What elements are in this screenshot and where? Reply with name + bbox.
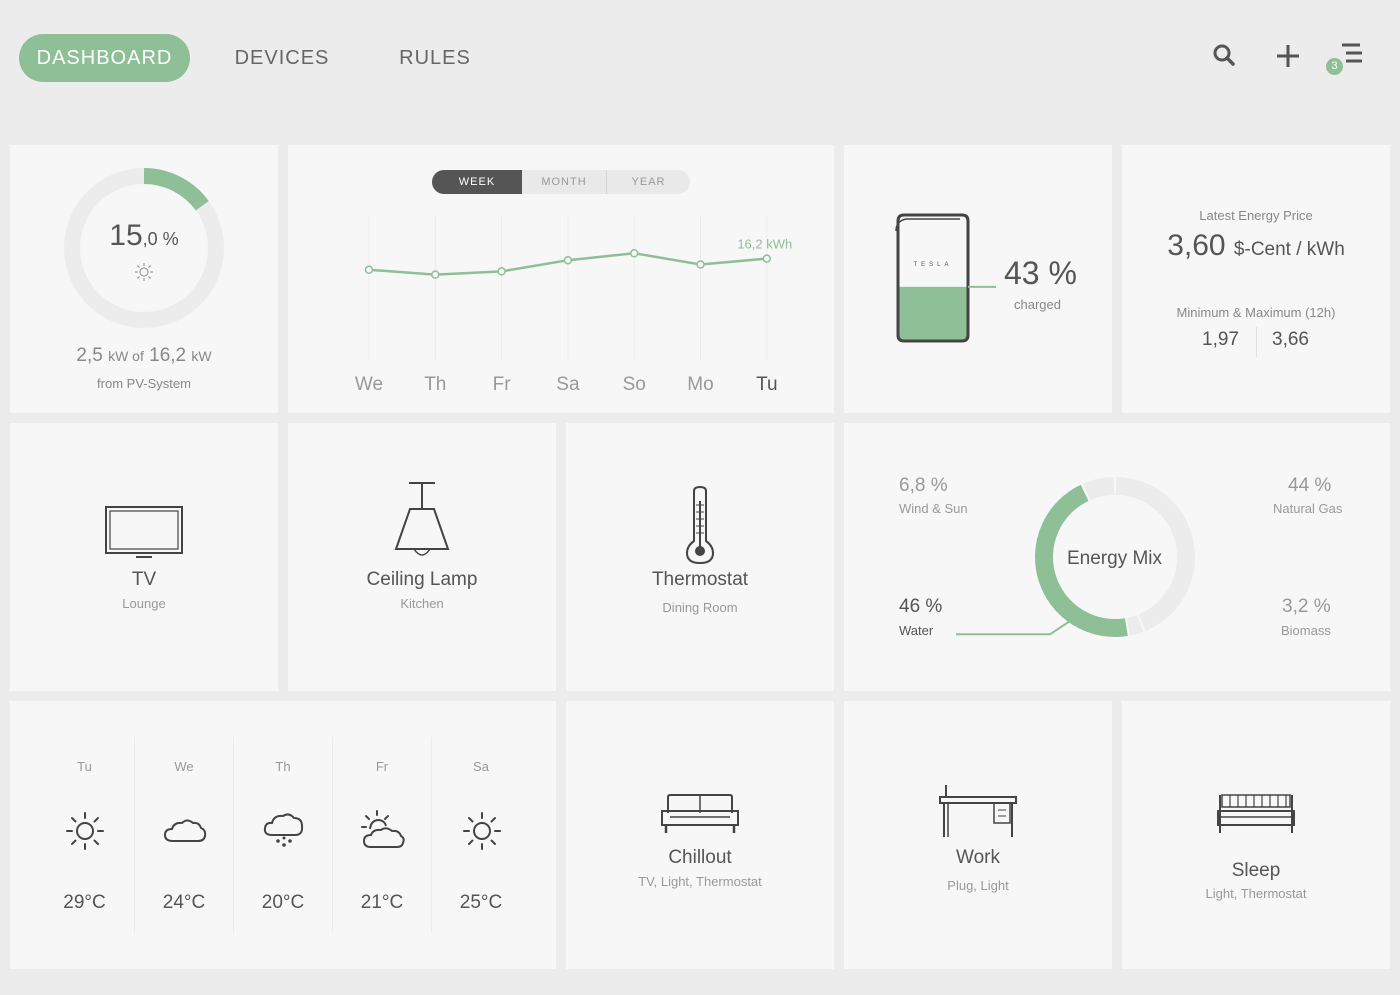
- weather-card: Tu 29°C We 24°C Th 20°C Fr 21°C Sa 25°C: [10, 701, 556, 969]
- chart-data-point[interactable]: [364, 265, 374, 275]
- mix-label-biomass: Biomass: [1281, 623, 1331, 638]
- mix-label-gas: Natural Gas: [1273, 501, 1343, 516]
- menu-icon[interactable]: 3: [1326, 38, 1370, 75]
- battery-label: charged: [1014, 297, 1061, 312]
- scene-name: Sleep: [1231, 860, 1281, 881]
- chart-x-tick-label: We: [355, 374, 383, 395]
- price-range-heading: Minimum & Maximum (12h): [1176, 305, 1336, 320]
- pv-kw-readout: 2,5 kW of 16,2 kW: [76, 345, 212, 366]
- price-min: 1,97: [1202, 329, 1239, 350]
- device-name: Thermostat: [651, 569, 749, 590]
- chart-x-tick-label: Mo: [687, 374, 713, 395]
- price-divider: [1256, 327, 1257, 357]
- chart-x-tick-label: So: [623, 374, 646, 395]
- mix-value-water: 46 %: [899, 596, 943, 617]
- scene-name: Work: [956, 847, 1000, 868]
- energy-price-card: Latest Energy Price 3,60 $-Cent / kWh Mi…: [1122, 145, 1390, 413]
- battery-brand: TESLA: [913, 262, 952, 268]
- thermometer-icon: [684, 485, 716, 570]
- pv-card: 15,0 % 2,5 kW of 16,2 kW from PV-System: [10, 145, 278, 413]
- rain-cloud-icon: [262, 809, 306, 853]
- weather-day-label: Th: [275, 759, 291, 774]
- battery-percent: 43 %: [1004, 255, 1077, 291]
- weather-day: Fr 21°C: [332, 737, 431, 933]
- cloud-icon: [163, 809, 207, 853]
- chart-x-tick-label: Tu: [756, 374, 777, 395]
- scene-devices: Light, Thermostat: [1205, 886, 1307, 901]
- plus-icon[interactable]: [1270, 38, 1306, 74]
- chart-data-point[interactable]: [629, 249, 639, 258]
- weather-day: Tu 29°C: [35, 737, 134, 933]
- sun-icon: [63, 809, 107, 853]
- weather-day: We 24°C: [134, 737, 233, 933]
- chart-data-point[interactable]: [497, 267, 506, 276]
- mix-label-water: Water: [899, 623, 934, 638]
- device-name: TV: [131, 569, 157, 590]
- search-icon[interactable]: [1207, 38, 1243, 74]
- weather-day: Sa 25°C: [431, 737, 530, 933]
- bed-icon: [1216, 793, 1296, 842]
- line-chart: We Th Fr Sa So Mo Tu 16,2 kWh: [355, 215, 792, 395]
- desk-icon: [938, 785, 1018, 844]
- device-card-ceiling-lamp[interactable]: Ceiling Lamp Kitchen: [288, 423, 556, 691]
- pv-source: from PV-System: [97, 376, 191, 391]
- weather-temp: 29°C: [63, 892, 106, 913]
- weather-day-label: We: [174, 759, 194, 774]
- chart-x-tick-label: Sa: [556, 374, 580, 395]
- mix-value-wind: 6,8 %: [899, 475, 948, 496]
- tab-dashboard[interactable]: DASHBOARD: [19, 34, 190, 82]
- chart-x-tick-label: Th: [424, 374, 446, 395]
- price-heading: Latest Energy Price: [1199, 208, 1313, 223]
- device-card-thermostat[interactable]: Thermostat Dining Room: [566, 423, 834, 691]
- weather-day-label: Fr: [375, 759, 389, 774]
- device-room: Lounge: [122, 596, 166, 611]
- tab-devices[interactable]: DEVICES: [226, 34, 338, 82]
- mix-value-biomass: 3,2 %: [1282, 596, 1331, 617]
- chart-data-point[interactable]: [762, 254, 772, 263]
- chart-x-tick-label: Fr: [493, 374, 512, 395]
- weather-day-label: Tu: [77, 759, 92, 774]
- chart-data-point[interactable]: [563, 255, 573, 265]
- energy-mix-card: Energy Mix 6,8 % Wind & Sun 46 % Water 4…: [844, 423, 1390, 691]
- weather-day-label: Sa: [473, 759, 489, 774]
- device-card-tv[interactable]: TV Lounge: [10, 423, 278, 691]
- battery-card: TESLA 43 % charged: [844, 145, 1112, 413]
- lamp-icon: [392, 481, 452, 564]
- device-name: Ceiling Lamp: [366, 569, 478, 590]
- mix-slice[interactable]: [1082, 477, 1115, 501]
- pv-percent: 15,0 %: [109, 219, 179, 252]
- scene-card-sleep[interactable]: Sleep Light, Thermostat: [1122, 701, 1390, 969]
- scene-devices: TV, Light, Thermostat: [638, 874, 762, 889]
- weather-temp: 24°C: [162, 892, 206, 913]
- mix-label-wind: Wind & Sun: [899, 501, 968, 516]
- sun-icon: [460, 809, 504, 853]
- weather-temp: 20°C: [261, 892, 305, 913]
- scene-name: Chillout: [668, 847, 732, 868]
- price-value: 3,60 $-Cent / kWh: [1167, 229, 1345, 262]
- device-room: Kitchen: [400, 596, 444, 611]
- scene-card-work[interactable]: Work Plug, Light: [844, 701, 1112, 969]
- weather-temp: 21°C: [360, 892, 404, 913]
- tv-icon: [104, 505, 184, 566]
- tab-rules[interactable]: RULES: [390, 34, 480, 82]
- top-nav: DASHBOARD DEVICES RULES 3: [0, 0, 1400, 120]
- chart-data-point[interactable]: [431, 270, 440, 279]
- mix-leader-line: [956, 613, 1081, 636]
- energy-mix-title: Energy Mix: [1067, 548, 1163, 569]
- sun-icon: [134, 262, 154, 287]
- price-max: 3,66: [1272, 329, 1309, 350]
- weather-temp: 25°C: [459, 892, 503, 913]
- sun-cloud-icon: [361, 809, 405, 853]
- device-room: Dining Room: [662, 600, 738, 615]
- mix-slice[interactable]: [1126, 614, 1144, 636]
- weather-day: Th 20°C: [233, 737, 332, 933]
- chart-annotation: 16,2 kWh: [737, 237, 792, 252]
- sofa-icon: [660, 793, 740, 842]
- scene-devices: Plug, Light: [947, 878, 1009, 893]
- mix-value-gas: 44 %: [1288, 475, 1332, 496]
- energy-chart-card: WEEK MONTH YEAR We Th Fr Sa So Mo Tu 16,2 kWh: [288, 145, 834, 413]
- notification-badge: 3: [1326, 58, 1343, 75]
- scene-card-chillout[interactable]: Chillout TV, Light, Thermostat: [566, 701, 834, 969]
- chart-data-point[interactable]: [696, 260, 705, 269]
